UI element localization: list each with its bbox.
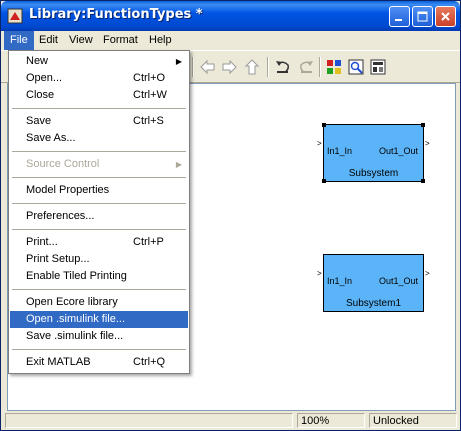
status-message	[5, 413, 293, 428]
menu-help[interactable]: Help	[143, 31, 178, 50]
menu-view[interactable]: View	[63, 31, 99, 50]
menu-item-source-control: Source Control ▶	[10, 156, 188, 173]
menu-item-label: Open .simulink file...	[26, 313, 126, 325]
redo-icon[interactable]	[297, 58, 315, 76]
menu-item-label: Print...	[26, 236, 58, 248]
menu-item-preferences[interactable]: Preferences...	[10, 208, 188, 225]
menu-file[interactable]: File	[4, 31, 34, 50]
menu-item-label: Open...	[26, 72, 63, 84]
menu-item-label: Source Control	[26, 158, 100, 170]
menu-separator	[12, 229, 186, 230]
menu-separator	[12, 177, 186, 178]
menu-separator	[12, 289, 186, 290]
block-name-label[interactable]: Subsystem1	[323, 298, 424, 309]
menu-edit[interactable]: Edit	[33, 31, 64, 50]
selection-handle[interactable]	[322, 123, 326, 127]
simulink-app-icon[interactable]	[7, 8, 23, 24]
input-port-arrow-icon: >	[317, 269, 322, 278]
block-input-port-label: In1_In	[327, 276, 353, 286]
menu-item-shortcut: Ctrl+W	[133, 89, 167, 101]
maximize-button[interactable]	[412, 6, 433, 27]
menu-item-open-ecore-library[interactable]: Open Ecore library	[10, 294, 188, 311]
selection-handle[interactable]	[421, 179, 425, 183]
lock-state: Unlocked	[369, 413, 457, 428]
menu-item-shortcut: Ctrl+Q	[133, 356, 166, 368]
toolbar-separator	[319, 57, 321, 77]
up-arrow-icon[interactable]	[243, 58, 261, 76]
undo-icon[interactable]	[274, 58, 292, 76]
menu-item-label: Enable Tiled Printing	[26, 270, 127, 282]
minimize-icon	[395, 19, 402, 21]
selection-handle[interactable]	[322, 179, 326, 183]
menu-item-label: Exit MATLAB	[26, 356, 91, 368]
model-explorer-icon[interactable]	[347, 58, 365, 76]
menu-item-shortcut: Ctrl+O	[133, 72, 166, 84]
toolbar-separator	[192, 57, 194, 77]
menu-item-label: New	[26, 55, 49, 67]
menu-item-label: Model Properties	[26, 184, 110, 196]
menu-separator	[12, 151, 186, 152]
menu-item-shortcut: Ctrl+P	[133, 236, 164, 248]
menu-bar: File Edit View Format Help	[1, 31, 460, 50]
block-name-label[interactable]: Subsystem	[323, 168, 424, 179]
submenu-arrow-icon: ▶	[175, 160, 182, 169]
menu-item-label: Save As...	[26, 132, 76, 144]
menu-item-shortcut: Ctrl+S	[133, 115, 164, 127]
status-bar: 100% Unlocked	[1, 411, 460, 430]
menu-item-new[interactable]: New ▶	[10, 53, 188, 70]
file-menu-dropdown: New ▶ Open... Ctrl+O Close Ctrl+W Save C…	[8, 50, 190, 374]
menu-item-open-simulink-file[interactable]: Open .simulink file...	[10, 311, 188, 328]
block-output-port-label: Out1_Out	[378, 146, 418, 156]
library-browser-icon[interactable]	[325, 58, 343, 76]
menu-item-open[interactable]: Open... Ctrl+O	[10, 70, 188, 87]
menu-item-exit-matlab[interactable]: Exit MATLAB Ctrl+Q	[10, 354, 188, 371]
menu-item-label: Save	[26, 115, 52, 127]
selection-handle[interactable]	[421, 123, 425, 127]
output-port-arrow-icon: >	[425, 139, 430, 148]
menu-item-label: Open Ecore library	[26, 296, 118, 308]
forward-arrow-icon[interactable]	[220, 58, 238, 76]
menu-separator	[12, 203, 186, 204]
menu-item-save[interactable]: Save Ctrl+S	[10, 113, 188, 130]
menu-item-save-as[interactable]: Save As...	[10, 130, 188, 147]
menu-item-print[interactable]: Print... Ctrl+P	[10, 234, 188, 251]
menu-item-label: Close	[26, 89, 55, 101]
menu-separator	[12, 349, 186, 350]
back-arrow-icon[interactable]	[199, 58, 217, 76]
zoom-level: 100%	[297, 413, 365, 428]
menu-item-label: Save .simulink file...	[26, 330, 124, 342]
menu-item-label: Print Setup...	[26, 253, 90, 265]
close-window-button[interactable]	[435, 6, 456, 27]
close-icon	[441, 12, 450, 21]
title-bar[interactable]: Library:FunctionTypes *	[1, 1, 460, 31]
block-input-port-label: In1_In	[327, 146, 353, 156]
output-port-arrow-icon: >	[425, 269, 430, 278]
menu-item-close[interactable]: Close Ctrl+W	[10, 87, 188, 104]
menu-separator	[12, 108, 186, 109]
menu-item-label: Preferences...	[26, 210, 95, 222]
menu-item-model-properties[interactable]: Model Properties	[10, 182, 188, 199]
maximize-icon	[417, 11, 428, 22]
debugger-icon[interactable]	[369, 58, 387, 76]
menu-item-enable-tiled-printing[interactable]: Enable Tiled Printing	[10, 268, 188, 285]
block-output-port-label: Out1_Out	[378, 276, 418, 286]
menu-item-save-simulink-file[interactable]: Save .simulink file...	[10, 328, 188, 345]
simulink-window: Library:FunctionTypes * File Edit View F…	[0, 0, 461, 431]
submenu-arrow-icon: ▶	[175, 57, 182, 66]
minimize-button[interactable]	[389, 6, 410, 27]
window-title: Library:FunctionTypes *	[29, 7, 203, 22]
input-port-arrow-icon: >	[317, 139, 322, 148]
toolbar-separator	[267, 57, 269, 77]
menu-format[interactable]: Format	[97, 31, 144, 50]
menu-item-print-setup[interactable]: Print Setup...	[10, 251, 188, 268]
